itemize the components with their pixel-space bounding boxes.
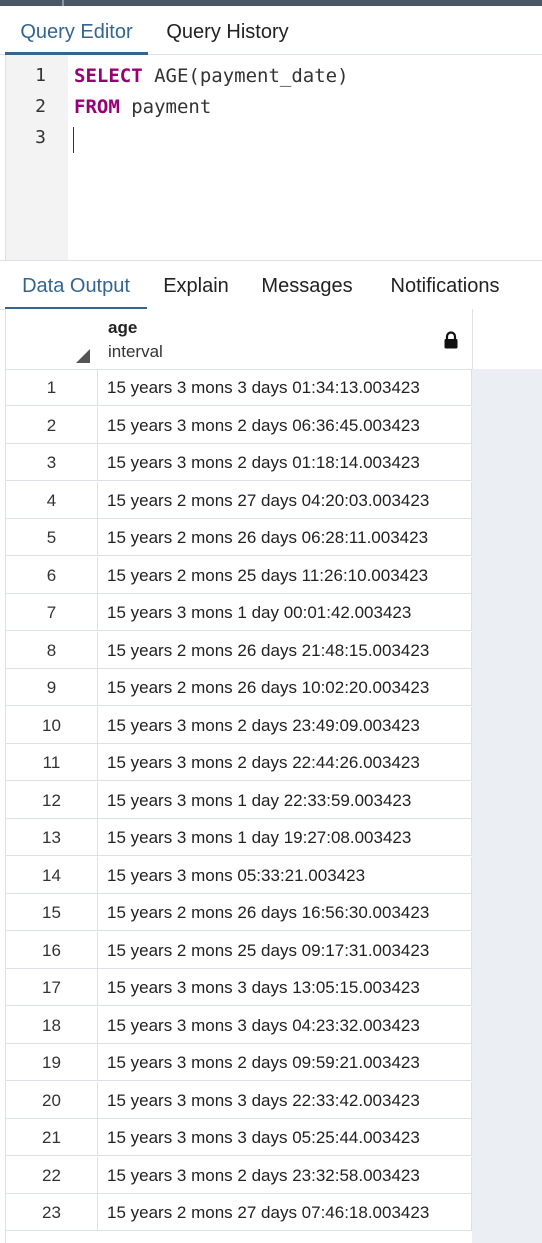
table-row[interactable]: 22 15 years 3 mons 2 days 23:32:58.003423 [6, 1156, 472, 1194]
line-number: 1 [35, 65, 46, 86]
row-number[interactable]: 1 [6, 369, 98, 406]
results-grid[interactable]: age interval 1 15 years 3 mons 3 days 01:… [5, 309, 542, 1243]
output-tabbar: Data Output Explain Messages Notificatio… [0, 260, 542, 310]
select-all-corner-icon[interactable] [76, 349, 90, 363]
tab-query-history[interactable]: Query History [150, 6, 305, 54]
row-number[interactable]: 18 [6, 1006, 98, 1044]
cell-age[interactable]: 15 years 3 mons 2 days 09:59:21.003423 [98, 1044, 472, 1081]
cell-age[interactable]: 15 years 3 mons 1 day 22:33:59.003423 [98, 781, 472, 819]
table-row[interactable]: 9 15 years 2 mons 26 days 10:02:20.003423 [6, 669, 472, 706]
cell-age[interactable]: 15 years 2 mons 26 days 21:48:15.003423 [98, 631, 472, 669]
row-number[interactable]: 21 [6, 1119, 98, 1156]
cell-age[interactable]: 15 years 3 mons 3 days 22:33:42.003423 [98, 1081, 472, 1119]
column-name: age [108, 318, 138, 337]
row-number[interactable]: 4 [6, 481, 98, 519]
cell-age[interactable]: 15 years 2 mons 26 days 06:28:11.003423 [98, 519, 472, 556]
cell-age[interactable]: 15 years 2 mons 26 days 16:56:30.003423 [98, 894, 472, 931]
row-number[interactable]: 22 [6, 1156, 98, 1194]
sql-keyword: SELECT [74, 65, 143, 87]
cell-age[interactable]: 15 years 2 mons 27 days 07:46:18.003423 [98, 1194, 472, 1231]
tab-explain[interactable]: Explain [150, 261, 242, 309]
cell-age[interactable]: 15 years 2 mons 25 days 09:17:31.003423 [98, 931, 472, 969]
row-number[interactable]: 14 [6, 856, 98, 894]
table-row[interactable]: 23 15 years 2 mons 27 days 07:46:18.00342… [6, 1194, 472, 1231]
cell-age[interactable]: 15 years 3 mons 3 days 13:05:15.003423 [98, 969, 472, 1006]
cell-age[interactable]: 15 years 3 mons 2 days 01:18:14.003423 [98, 444, 472, 481]
sql-keyword: FROM [74, 96, 120, 118]
table-row[interactable]: 11 15 years 3 mons 2 days 22:44:26.003423 [6, 744, 472, 781]
sql-editor[interactable]: 1 2 3 SELECT AGE(payment_date) FROM paym… [0, 55, 542, 260]
row-number[interactable]: 10 [6, 706, 98, 744]
table-row[interactable]: 12 15 years 3 mons 1 day 22:33:59.003423 [6, 781, 472, 819]
table-row[interactable]: 16 15 years 2 mons 25 days 09:17:31.00342… [6, 931, 472, 969]
table-row[interactable]: 15 15 years 2 mons 26 days 16:56:30.00342… [6, 894, 472, 931]
row-number[interactable]: 19 [6, 1044, 98, 1081]
text-cursor [73, 127, 74, 153]
grid-empty-area [472, 369, 542, 1243]
row-number[interactable]: 7 [6, 594, 98, 631]
row-number[interactable]: 6 [6, 556, 98, 594]
tab-messages[interactable]: Messages [248, 261, 366, 309]
cell-age[interactable]: 15 years 3 mons 05:33:21.003423 [98, 856, 472, 894]
cell-age[interactable]: 15 years 3 mons 1 day 00:01:42.003423 [98, 594, 472, 631]
header-filler [473, 309, 542, 370]
tab-query-editor[interactable]: Query Editor [5, 6, 148, 55]
table-row[interactable]: 20 15 years 3 mons 3 days 22:33:42.003423 [6, 1081, 472, 1119]
table-row[interactable]: 7 15 years 3 mons 1 day 00:01:42.003423 [6, 594, 472, 631]
table-row[interactable]: 1 15 years 3 mons 3 days 01:34:13.003423 [6, 369, 472, 406]
cell-age[interactable]: 15 years 3 mons 3 days 05:25:44.003423 [98, 1119, 472, 1156]
cell-age[interactable]: 15 years 3 mons 1 day 19:27:08.003423 [98, 819, 472, 856]
editor-tabbar: Query Editor Query History [0, 6, 542, 55]
row-number[interactable]: 16 [6, 931, 98, 969]
row-number[interactable]: 15 [6, 894, 98, 931]
row-number[interactable]: 9 [6, 669, 98, 706]
table-row[interactable]: 14 15 years 3 mons 05:33:21.003423 [6, 856, 472, 894]
line-number: 3 [35, 127, 46, 148]
table-row[interactable]: 17 15 years 3 mons 3 days 13:05:15.003423 [6, 969, 472, 1006]
column-header-age[interactable]: age interval [98, 309, 473, 370]
column-type: interval [108, 342, 163, 361]
table-row[interactable]: 4 15 years 2 mons 27 days 04:20:03.003423 [6, 481, 472, 519]
cell-age[interactable]: 15 years 3 mons 2 days 22:44:26.003423 [98, 744, 472, 781]
row-number[interactable]: 13 [6, 819, 98, 856]
row-number[interactable]: 23 [6, 1194, 98, 1231]
table-row[interactable]: 6 15 years 2 mons 25 days 11:26:10.003423 [6, 556, 472, 594]
cell-age[interactable]: 15 years 2 mons 27 days 04:20:03.003423 [98, 481, 472, 519]
tab-notifications[interactable]: Notifications [374, 261, 516, 309]
cell-age[interactable]: 15 years 3 mons 2 days 23:32:58.003423 [98, 1156, 472, 1194]
row-number[interactable]: 20 [6, 1081, 98, 1119]
code-line-2[interactable]: FROM payment [74, 96, 211, 118]
table-row[interactable]: 21 15 years 3 mons 3 days 05:25:44.003423 [6, 1119, 472, 1156]
table-row[interactable]: 2 15 years 3 mons 2 days 06:36:45.003423 [6, 406, 472, 444]
table-row[interactable]: 10 15 years 3 mons 2 days 23:49:09.003423 [6, 706, 472, 744]
table-row[interactable]: 13 15 years 3 mons 1 day 19:27:08.003423 [6, 819, 472, 856]
row-number[interactable]: 3 [6, 444, 98, 481]
sql-expression: payment [119, 96, 212, 118]
row-number[interactable]: 11 [6, 744, 98, 781]
table-row[interactable]: 8 15 years 2 mons 26 days 21:48:15.003423 [6, 631, 472, 669]
tab-data-output[interactable]: Data Output [5, 261, 147, 310]
row-number[interactable]: 2 [6, 406, 98, 444]
cell-age[interactable]: 15 years 2 mons 26 days 10:02:20.003423 [98, 669, 472, 706]
table-row[interactable]: 5 15 years 2 mons 26 days 06:28:11.003423 [6, 519, 472, 556]
code-line-1[interactable]: SELECT AGE(payment_date) [74, 65, 349, 87]
cell-age[interactable]: 15 years 3 mons 3 days 01:34:13.003423 [98, 369, 472, 406]
table-row[interactable]: 3 15 years 3 mons 2 days 01:18:14.003423 [6, 444, 472, 481]
line-number-gutter: 1 2 3 [5, 55, 68, 260]
row-number[interactable]: 17 [6, 969, 98, 1006]
cell-age[interactable]: 15 years 3 mons 3 days 04:23:32.003423 [98, 1006, 472, 1044]
sql-expression: AGE(payment_date) [142, 65, 349, 87]
cell-age[interactable]: 15 years 2 mons 25 days 11:26:10.003423 [98, 556, 472, 594]
row-number[interactable]: 5 [6, 519, 98, 556]
row-number[interactable]: 8 [6, 631, 98, 669]
cell-age[interactable]: 15 years 3 mons 2 days 23:49:09.003423 [98, 706, 472, 744]
line-number: 2 [35, 96, 46, 117]
row-number[interactable]: 12 [6, 781, 98, 819]
cell-age[interactable]: 15 years 3 mons 2 days 06:36:45.003423 [98, 406, 472, 444]
row-number-header[interactable] [6, 309, 99, 370]
table-row[interactable]: 19 15 years 3 mons 2 days 09:59:21.003423 [6, 1044, 472, 1081]
lock-icon [444, 331, 458, 349]
table-row[interactable]: 18 15 years 3 mons 3 days 04:23:32.003423 [6, 1006, 472, 1044]
